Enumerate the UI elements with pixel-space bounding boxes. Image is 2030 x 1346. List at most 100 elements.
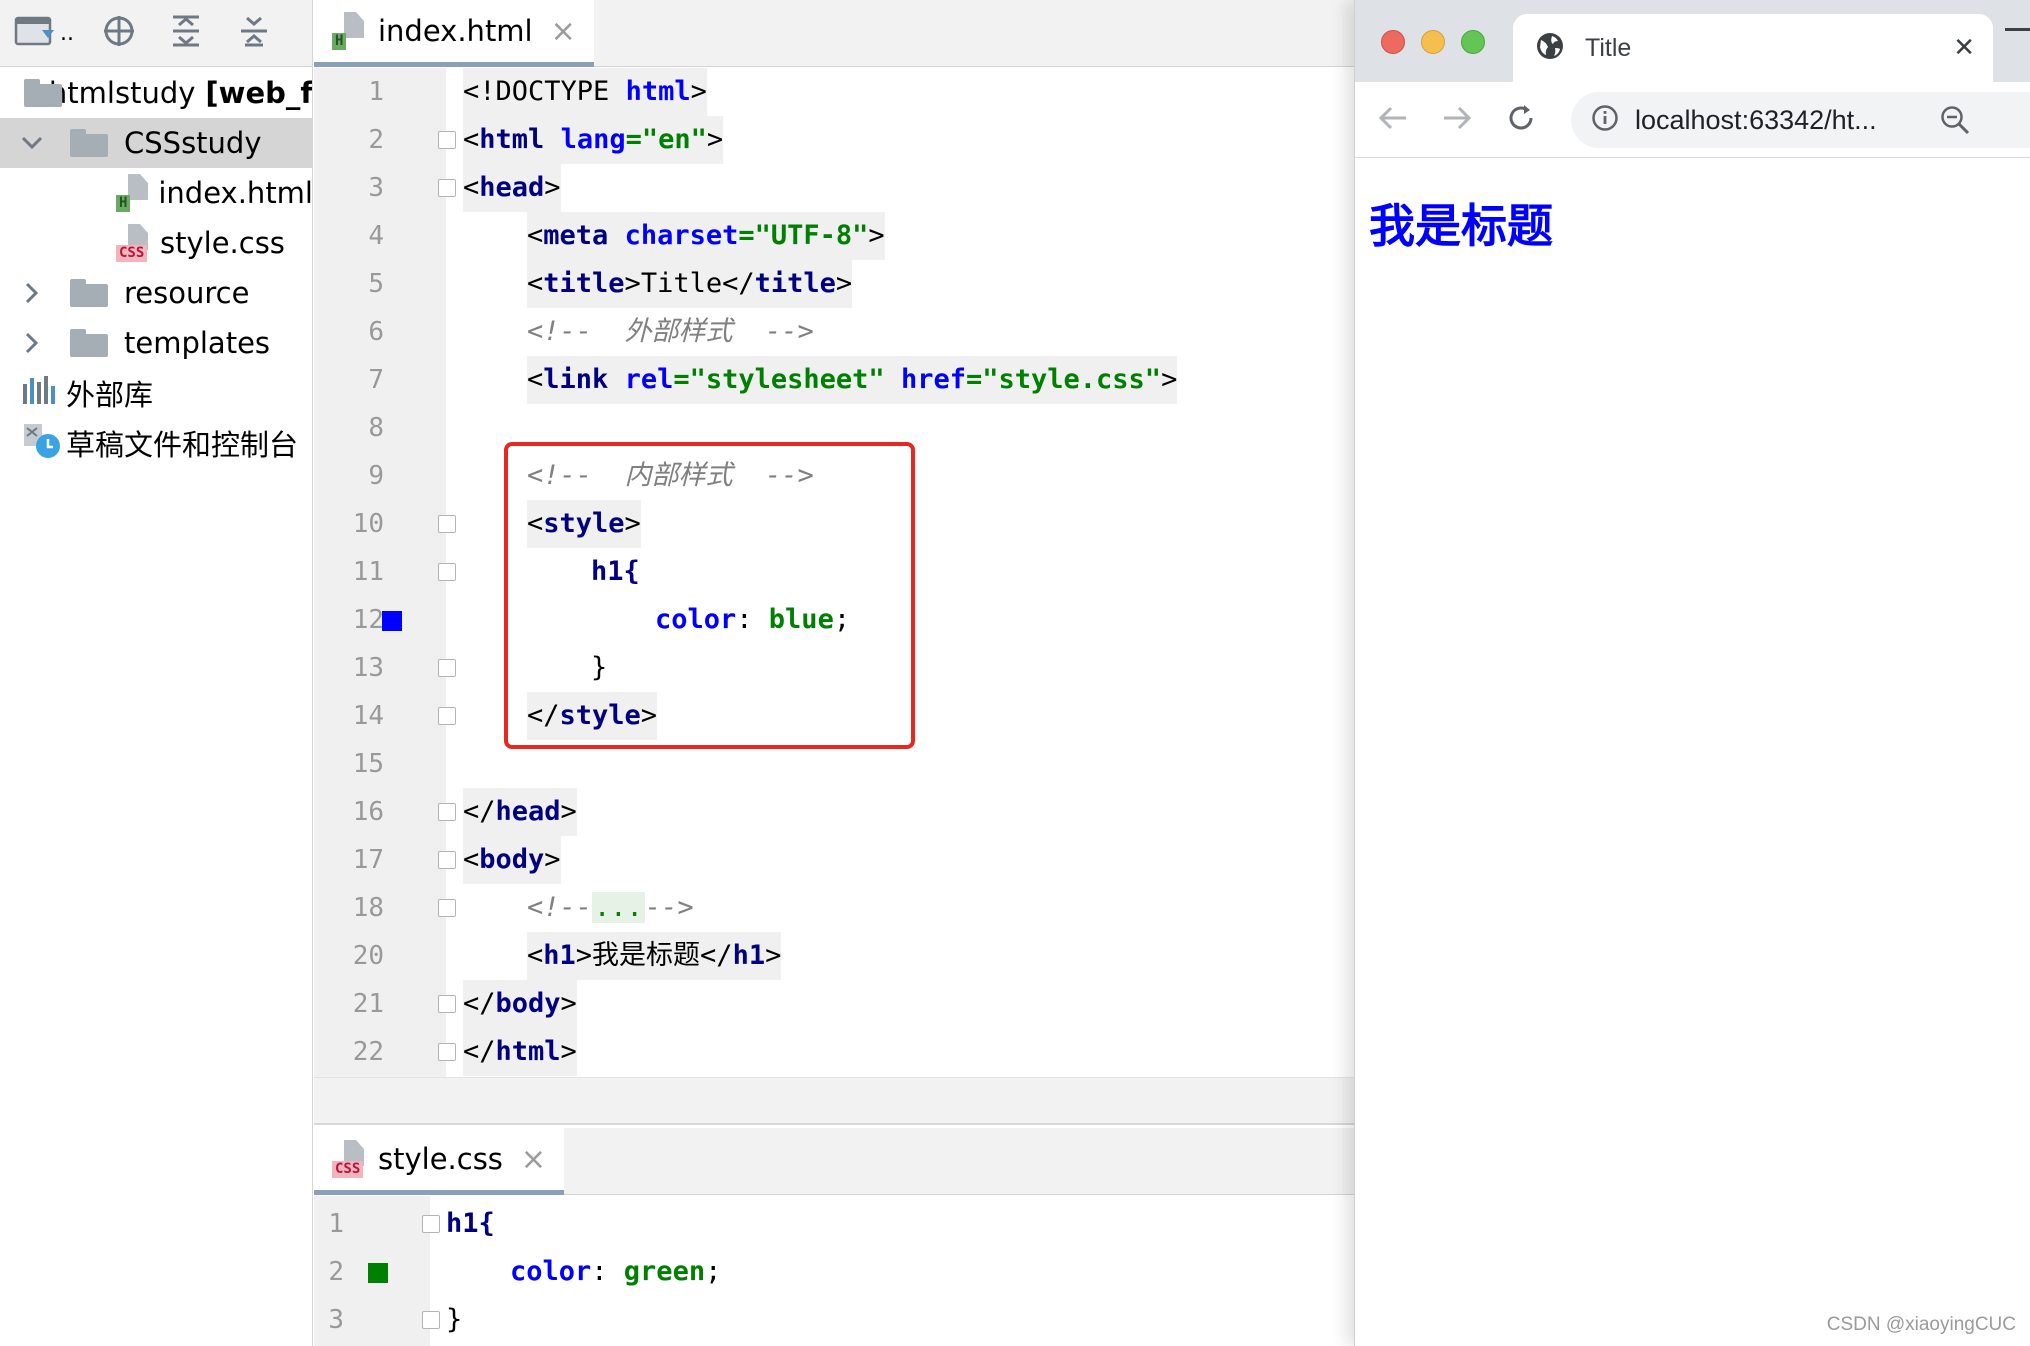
maximize-window-button[interactable] [1461, 30, 1485, 54]
folded-region[interactable]: ... [592, 892, 645, 923]
tab-index-html[interactable]: H index.html × [314, 0, 594, 67]
line-number: 5 [368, 269, 384, 299]
browser-tab[interactable]: Title ✕ [1513, 14, 1993, 82]
close-icon[interactable]: ✕ [1953, 33, 1975, 63]
line-number: 1 [368, 77, 384, 107]
tree-item-label: style.css [160, 226, 285, 260]
tree-item-label: templates [124, 326, 271, 360]
fold-marker-icon[interactable] [422, 1215, 440, 1233]
tree-item-cssstudy[interactable]: CSSstudy [0, 118, 312, 168]
chevron-down-icon[interactable] [18, 129, 46, 157]
css-file-icon: CSS [116, 224, 150, 262]
project-view-dropdown[interactable]: .. [14, 10, 74, 56]
fold-marker-icon[interactable] [438, 659, 456, 677]
tab-label: style.css [378, 1142, 503, 1176]
code-text: <h1>我是标题</h1> [527, 932, 782, 980]
code-text: <body> [463, 836, 561, 884]
new-tab-plus-icon[interactable] [2005, 28, 2030, 31]
tree-item-label: resource [124, 276, 250, 310]
browser-tab-title: Title [1585, 33, 1632, 62]
chevron-right-icon[interactable] [18, 329, 46, 357]
minimize-window-button[interactable] [1421, 30, 1445, 54]
line-number: 3 [328, 1305, 344, 1335]
tree-item-label: 外部库 [66, 378, 154, 412]
collapse-all-button[interactable] [230, 10, 278, 56]
tab-style-css[interactable]: CSS style.css × [314, 1128, 565, 1195]
line-number: 2 [368, 125, 384, 155]
code-line: 16 </head> [314, 788, 1354, 836]
forward-button[interactable] [1433, 96, 1481, 144]
locate-file-button[interactable] [95, 10, 143, 56]
browser-tabstrip: Title ✕ [1355, 0, 2030, 82]
fold-marker-icon[interactable] [438, 563, 456, 581]
code-text: <head> [463, 164, 561, 212]
tree-item-templates[interactable]: templates [0, 318, 312, 368]
line-number: 17 [352, 845, 384, 875]
editor-split-divider[interactable] [314, 1077, 1354, 1125]
folder-icon [24, 79, 62, 107]
code-text: <html lang="en"> [463, 116, 724, 164]
arrow-left-icon [1378, 105, 1408, 135]
code-line: 2 color: green; [314, 1248, 1354, 1296]
fold-marker-icon[interactable] [438, 179, 456, 197]
code-comment: <!-- 外部样式 --> [527, 316, 814, 347]
tree-item-resource[interactable]: resource [0, 268, 312, 318]
code-text: <!--...--> [527, 892, 694, 923]
fold-expand-icon[interactable] [438, 899, 456, 917]
code-text: <link rel="stylesheet" href="style.css"> [527, 356, 1178, 404]
close-icon[interactable]: × [551, 14, 576, 49]
fold-marker-icon[interactable] [438, 515, 456, 533]
code-line: 21 </body> [314, 980, 1354, 1028]
collapse-all-icon [237, 14, 271, 52]
tree-item-external-libraries[interactable]: 外部库 [0, 368, 312, 418]
code-text: <!DOCTYPE html> [463, 68, 707, 116]
info-icon[interactable] [1591, 104, 1619, 136]
tree-item-style-css[interactable]: CSS style.css [0, 218, 312, 268]
fold-marker-icon[interactable] [422, 1311, 440, 1329]
fold-marker-icon[interactable] [438, 995, 456, 1013]
chevron-right-icon[interactable] [18, 279, 46, 307]
line-number: 3 [368, 173, 384, 203]
project-view-icon [14, 14, 58, 52]
tree-item-scratches-consoles[interactable]: 草稿文件和控制台 [0, 418, 312, 468]
line-number: 4 [368, 221, 384, 251]
tree-item-index-html[interactable]: H index.html [0, 168, 313, 218]
fold-marker-icon[interactable] [438, 1043, 456, 1061]
address-bar[interactable]: localhost:63342/ht... [1571, 92, 2030, 148]
line-number: 22 [352, 1037, 384, 1067]
tree-item-module-suffix: [web_f [205, 76, 313, 110]
line-number: 18 [352, 893, 384, 923]
code-line: 1 h1{ [314, 1200, 1354, 1248]
browser-window: Title ✕ localhost:63342/ht... 我是标题 CSDN … [1354, 0, 2030, 1346]
tree-item-label: index.html [158, 176, 313, 210]
fold-marker-icon[interactable] [438, 803, 456, 821]
folder-icon [70, 129, 108, 157]
code-line: 17 <body> [314, 836, 1354, 884]
color-swatch-icon[interactable] [368, 1263, 388, 1283]
close-window-button[interactable] [1381, 30, 1405, 54]
color-swatch-icon[interactable] [382, 611, 402, 631]
globe-icon [1535, 31, 1565, 65]
code-line: 3 } [314, 1296, 1354, 1344]
fold-marker-icon[interactable] [438, 131, 456, 149]
tree-item-htmlstudy[interactable]: htmlstudy [web_f [0, 68, 313, 118]
zoom-out-icon[interactable] [1939, 104, 1971, 140]
expand-all-button[interactable] [162, 10, 210, 56]
back-button[interactable] [1369, 96, 1417, 144]
folder-icon [70, 329, 108, 357]
line-number: 2 [328, 1257, 344, 1287]
line-number: 7 [368, 365, 384, 395]
fold-marker-icon[interactable] [438, 851, 456, 869]
fold-marker-icon[interactable] [438, 707, 456, 725]
line-number: 20 [352, 941, 384, 971]
reload-button[interactable] [1497, 96, 1545, 144]
project-panel: .. htmlstudy [web_f CSSstudy H index.htm… [0, 0, 313, 1346]
scratches-icon [22, 420, 62, 467]
editor-style-css: CSS style.css × 1 h1{ 2 color: green; 3 … [314, 1128, 1354, 1346]
code-text: </body> [463, 980, 577, 1028]
code-line: 20 <h1>我是标题</h1> [314, 932, 1354, 980]
arrow-right-icon [1442, 105, 1472, 135]
watermark: CSDN @xiaoyingCUC [1826, 1314, 2016, 1335]
line-number: 15 [352, 749, 384, 779]
close-icon[interactable]: × [521, 1142, 546, 1177]
